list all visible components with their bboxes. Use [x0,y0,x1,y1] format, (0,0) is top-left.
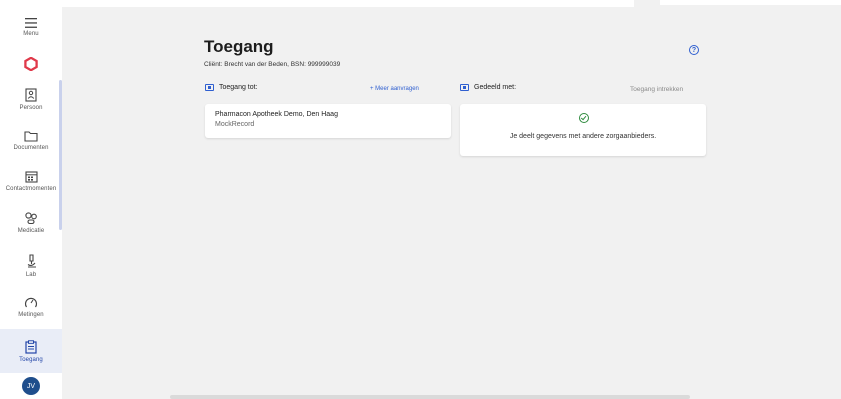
app-logo-icon [24,57,38,71]
access-to-icon [205,84,214,91]
shared-with-icon [460,84,469,91]
sidebar-item-label: Contactmomenten [5,186,57,192]
user-avatar[interactable]: JV [0,377,62,395]
person-card-icon [25,88,37,102]
request-more-link[interactable]: + Meer aanvragen [370,86,419,92]
sidebar-item-label: Persoon [19,105,43,111]
shared-with-card: Je deelt gegevens met andere zorgaanbied… [460,104,706,156]
calendar-icon [24,171,38,183]
shared-with-heading: Gedeeld met: [474,84,517,91]
page-title: Toegang [204,37,274,56]
sidebar-item-label: Lab [25,272,37,278]
organization-subtitle: MockRecord [215,121,255,128]
sidebar-item-label: Toegang [19,356,43,363]
bottom-shadow [170,395,690,399]
sidebar-item-label: Documenten [13,145,49,151]
sidebar-item-menu[interactable]: Menu [0,18,62,37]
top-strip-right [660,0,841,5]
microscope-icon [27,254,36,268]
sidebar-item-label: Medicatie [17,228,45,234]
sidebar-item-lab[interactable]: Lab [0,254,62,278]
sidebar-item-label: Metingen [18,312,44,318]
hamburger-icon [25,18,37,28]
access-document-icon [25,339,37,354]
folder-icon [24,131,38,142]
shared-with-header: Gedeeld met: [460,84,516,91]
sidebar-item-persoon[interactable]: Persoon [0,88,62,111]
organization-name: Pharmacon Apotheek Demo, Den Haag [215,111,338,118]
avatar: JV [22,377,40,395]
sidebar-item-documenten[interactable]: Documenten [0,130,62,151]
access-card[interactable]: Pharmacon Apotheek Demo, Den Haag MockRe… [205,104,451,138]
medication-icon [25,212,37,225]
client-info: Cliënt: Brecht van der Beden, BSN: 99999… [204,61,341,68]
revoke-access-link[interactable]: Toegang intrekken [630,86,683,93]
sidebar-item-medicatie[interactable]: Medicatie [0,211,62,234]
sidebar: Menu Persoon Documenten Contactmomenten [0,0,62,399]
sidebar-item-label: Menu [23,31,39,37]
access-to-heading: Toegang tot: [219,84,258,91]
help-icon: ? [691,46,697,54]
sidebar-item-toegang[interactable]: Toegang [0,329,62,373]
access-to-header: Toegang tot: [205,84,258,91]
help-button[interactable]: ? [689,45,699,55]
top-strip [62,0,634,7]
app-logo[interactable] [0,57,62,71]
check-circle-icon [579,113,589,123]
sidebar-item-metingen[interactable]: Metingen [0,296,62,318]
sidebar-item-contactmomenten[interactable]: Contactmomenten [0,170,62,192]
gauge-icon [24,297,38,308]
shared-empty-message: Je deelt gegevens met andere zorgaanbied… [509,133,657,140]
